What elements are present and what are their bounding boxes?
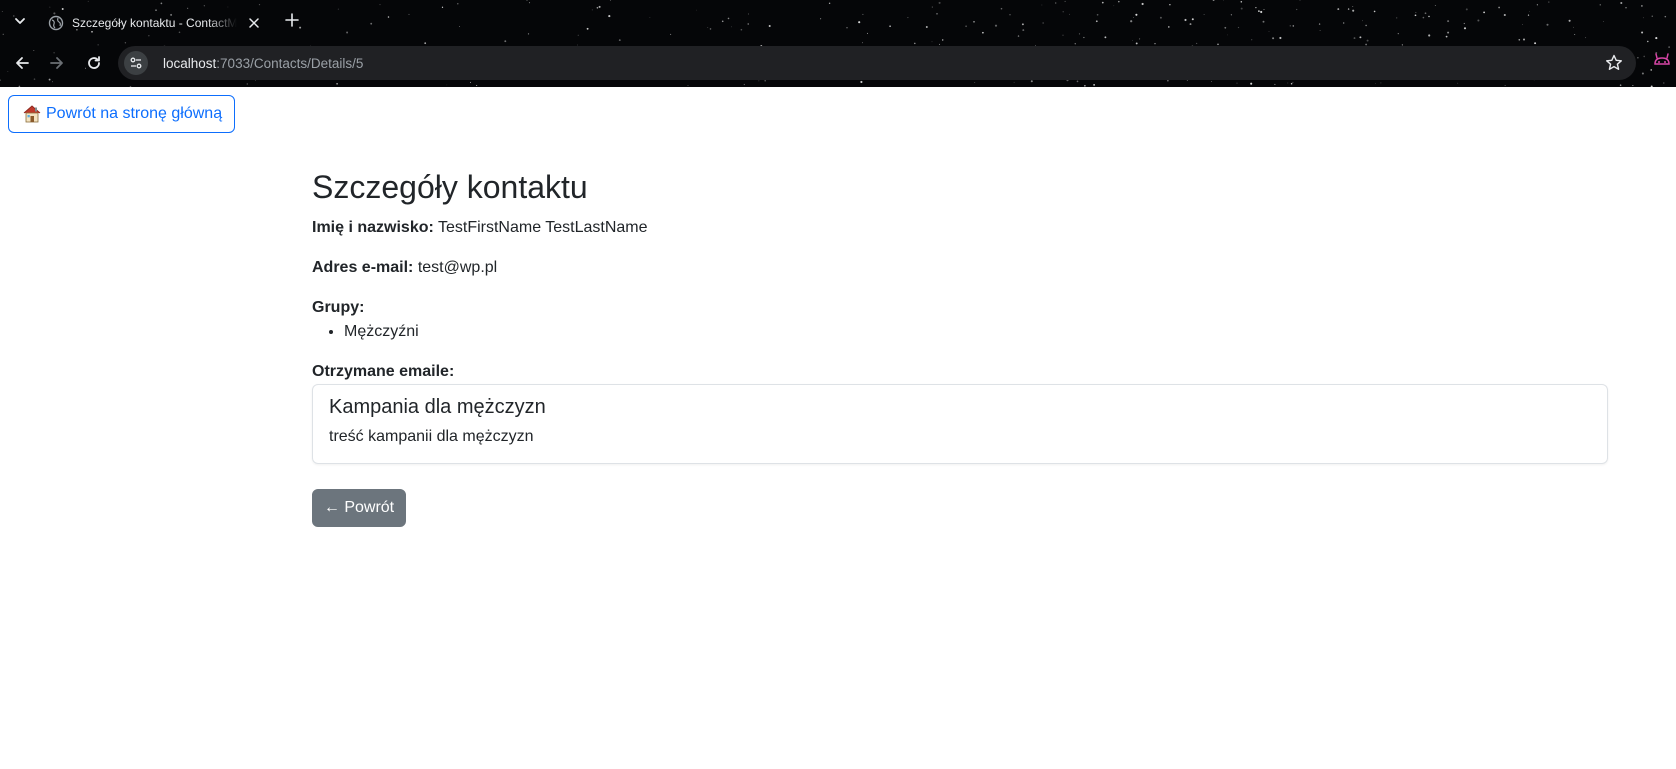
tab-title: Szczegóły kontaktu - ContactManager xyxy=(72,16,237,30)
name-value: TestFirstName TestLastName xyxy=(437,219,648,237)
tab-search-button[interactable] xyxy=(8,9,32,33)
house-icon xyxy=(23,105,41,123)
url-text: localhost:7033/Contacts/Details/5 xyxy=(163,56,363,71)
browser-chrome: Szczegóły kontaktu - ContactManager loca… xyxy=(0,0,1676,87)
home-button[interactable]: Powrót na stronę główną xyxy=(8,95,235,133)
email-value: test@wp.pl xyxy=(417,259,498,277)
star-dot xyxy=(476,84,478,87)
star-dot xyxy=(18,85,21,87)
email-field: Adres e-mail: test@wp.pl xyxy=(312,256,1608,280)
reload-button[interactable] xyxy=(80,49,108,77)
received-emails-label: Otrzymane emaile: xyxy=(312,363,455,381)
tab-close-button[interactable] xyxy=(245,14,263,32)
star-dot xyxy=(743,83,745,86)
groups-label: Grupy: xyxy=(312,299,365,317)
contact-details: Szczegóły kontaktu Imię i nazwisko: Test… xyxy=(312,160,1608,528)
tab-strip: Szczegóły kontaktu - ContactManager xyxy=(0,0,1676,42)
address-bar[interactable]: localhost:7033/Contacts/Details/5 xyxy=(118,46,1636,80)
chevron-down-icon xyxy=(15,18,25,24)
groups-list: Mężczyźni xyxy=(344,320,1608,344)
email-label: Adres e-mail: xyxy=(312,259,414,277)
star-dot xyxy=(246,83,249,85)
tab-active[interactable]: Szczegóły kontaktu - ContactManager xyxy=(38,4,272,42)
close-icon xyxy=(249,18,259,28)
name-field: Imię i nazwisko: TestFirstName TestLastN… xyxy=(312,216,1608,240)
star-dot xyxy=(1504,84,1506,86)
star-dot xyxy=(446,84,448,86)
star-dot xyxy=(1274,83,1276,85)
back-link-button[interactable]: ← Powrót xyxy=(312,489,406,528)
name-label: Imię i nazwisko: xyxy=(312,219,434,237)
browser-toolbar: localhost:7033/Contacts/Details/5 xyxy=(0,43,1676,83)
site-info-button[interactable] xyxy=(124,51,148,75)
back-button[interactable] xyxy=(8,49,36,77)
star-dot xyxy=(1632,85,1634,86)
star-dot xyxy=(1650,85,1653,87)
email-subject: Kampania dla mężczyzn xyxy=(329,396,546,419)
email-body: treść kampanii dla mężczyzn xyxy=(329,428,534,446)
star-dot xyxy=(1093,84,1095,86)
arrow-left-icon xyxy=(16,57,29,69)
reload-icon xyxy=(88,56,100,69)
star-dot xyxy=(1375,82,1376,84)
star-dot xyxy=(336,82,338,85)
star-dot xyxy=(1290,82,1293,85)
plus-icon xyxy=(285,13,299,27)
star-icon[interactable] xyxy=(1604,53,1624,73)
arrow-right-icon xyxy=(50,57,63,69)
star-dot xyxy=(1619,84,1622,86)
globe-icon xyxy=(48,15,64,31)
home-button-label: Powrót na stronę główną xyxy=(46,105,223,122)
page-title: Szczegóły kontaktu xyxy=(312,169,588,205)
forward-button[interactable] xyxy=(43,49,71,77)
url-host: localhost xyxy=(163,55,217,71)
star-dot xyxy=(687,85,689,87)
list-item: Mężczyźni xyxy=(344,320,1608,344)
new-tab-button[interactable] xyxy=(280,8,304,32)
url-path: :7033/Contacts/Details/5 xyxy=(216,55,364,71)
star-dot xyxy=(1084,85,1086,87)
tune-icon xyxy=(130,57,142,69)
star-dot xyxy=(129,85,132,87)
extension-icon[interactable] xyxy=(1651,50,1673,72)
email-card: Kampania dla mężczyzn treść kampanii dla… xyxy=(312,384,1608,465)
